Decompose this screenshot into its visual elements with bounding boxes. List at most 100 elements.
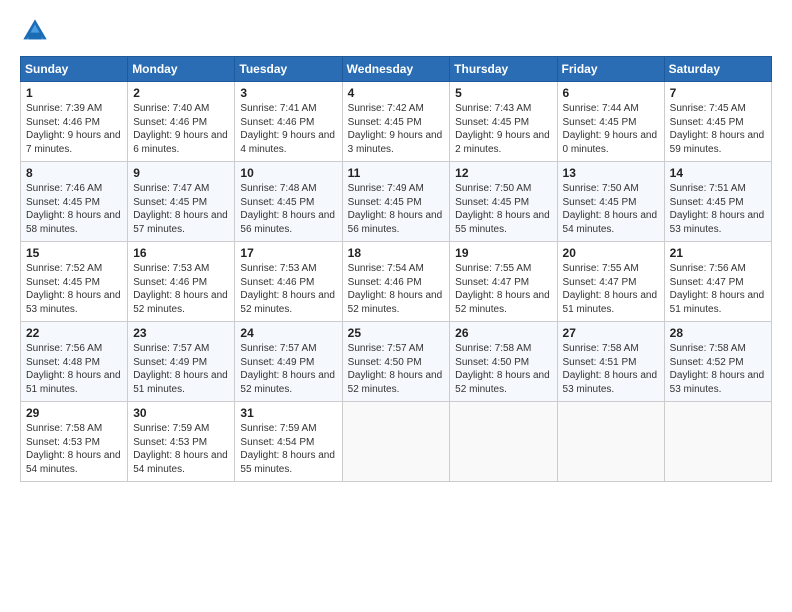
day-number: 5 bbox=[455, 86, 551, 100]
day-info: Sunrise: 7:54 AMSunset: 4:46 PMDaylight:… bbox=[348, 262, 445, 316]
calendar-cell: 21 Sunrise: 7:56 AMSunset: 4:47 PMDayligh… bbox=[664, 242, 771, 322]
day-number: 29 bbox=[26, 406, 122, 420]
day-info: Sunrise: 7:50 AMSunset: 4:45 PMDaylight:… bbox=[563, 182, 659, 236]
day-number: 20 bbox=[563, 246, 659, 260]
day-number: 9 bbox=[133, 166, 229, 180]
calendar-header-row: SundayMondayTuesdayWednesdayThursdayFrid… bbox=[21, 57, 772, 82]
day-number: 10 bbox=[240, 166, 336, 180]
column-header-thursday: Thursday bbox=[450, 57, 557, 82]
day-number: 6 bbox=[563, 86, 659, 100]
header bbox=[20, 16, 772, 46]
day-info: Sunrise: 7:55 AMSunset: 4:47 PMDaylight:… bbox=[455, 262, 551, 316]
day-number: 3 bbox=[240, 86, 336, 100]
day-number: 30 bbox=[133, 406, 229, 420]
calendar-cell: 29 Sunrise: 7:58 AMSunset: 4:53 PMDayligh… bbox=[21, 402, 128, 482]
day-info: Sunrise: 7:56 AMSunset: 4:47 PMDaylight:… bbox=[670, 262, 766, 316]
day-number: 22 bbox=[26, 326, 122, 340]
day-number: 25 bbox=[348, 326, 445, 340]
calendar-week-4: 22 Sunrise: 7:56 AMSunset: 4:48 PMDayligh… bbox=[21, 322, 772, 402]
calendar-cell: 2Sunrise: 7:40 AMSunset: 4:46 PMDaylight… bbox=[128, 82, 235, 162]
calendar-cell: 19 Sunrise: 7:55 AMSunset: 4:47 PMDayligh… bbox=[450, 242, 557, 322]
day-number: 14 bbox=[670, 166, 766, 180]
day-number: 19 bbox=[455, 246, 551, 260]
day-info: Sunrise: 7:58 AMSunset: 4:51 PMDaylight:… bbox=[563, 342, 659, 396]
day-info: Sunrise: 7:43 AMSunset: 4:45 PMDaylight:… bbox=[455, 102, 551, 156]
day-number: 1 bbox=[26, 86, 122, 100]
day-info: Sunrise: 7:57 AMSunset: 4:49 PMDaylight:… bbox=[240, 342, 336, 396]
calendar-cell: 27 Sunrise: 7:58 AMSunset: 4:51 PMDayligh… bbox=[557, 322, 664, 402]
day-info: Sunrise: 7:48 AMSunset: 4:45 PMDaylight:… bbox=[240, 182, 336, 236]
calendar-table: SundayMondayTuesdayWednesdayThursdayFrid… bbox=[20, 56, 772, 482]
column-header-sunday: Sunday bbox=[21, 57, 128, 82]
calendar-week-2: 8 Sunrise: 7:46 AMSunset: 4:45 PMDaylight… bbox=[21, 162, 772, 242]
column-header-wednesday: Wednesday bbox=[342, 57, 450, 82]
calendar-cell: 30Sunrise: 7:59 AMSunset: 4:53 PMDayligh… bbox=[128, 402, 235, 482]
calendar-cell bbox=[342, 402, 450, 482]
column-header-tuesday: Tuesday bbox=[235, 57, 342, 82]
day-info: Sunrise: 7:53 AMSunset: 4:46 PMDaylight:… bbox=[240, 262, 336, 316]
day-info: Sunrise: 7:56 AMSunset: 4:48 PMDaylight:… bbox=[26, 342, 122, 396]
calendar-cell: 23 Sunrise: 7:57 AMSunset: 4:49 PMDayligh… bbox=[128, 322, 235, 402]
calendar-cell: 31Sunrise: 7:59 AMSunset: 4:54 PMDayligh… bbox=[235, 402, 342, 482]
calendar-cell: 1Sunrise: 7:39 AMSunset: 4:46 PMDaylight… bbox=[21, 82, 128, 162]
day-number: 17 bbox=[240, 246, 336, 260]
day-number: 2 bbox=[133, 86, 229, 100]
day-number: 12 bbox=[455, 166, 551, 180]
day-info: Sunrise: 7:51 AMSunset: 4:45 PMDaylight:… bbox=[670, 182, 766, 236]
calendar-cell: 13 Sunrise: 7:50 AMSunset: 4:45 PMDayligh… bbox=[557, 162, 664, 242]
day-number: 8 bbox=[26, 166, 122, 180]
calendar-week-3: 15 Sunrise: 7:52 AMSunset: 4:45 PMDayligh… bbox=[21, 242, 772, 322]
day-info: Sunrise: 7:58 AMSunset: 4:53 PMDaylight:… bbox=[26, 422, 122, 476]
calendar-week-5: 29 Sunrise: 7:58 AMSunset: 4:53 PMDayligh… bbox=[21, 402, 772, 482]
day-number: 26 bbox=[455, 326, 551, 340]
day-info: Sunrise: 7:57 AMSunset: 4:50 PMDaylight:… bbox=[348, 342, 445, 396]
day-info: Sunrise: 7:58 AMSunset: 4:52 PMDaylight:… bbox=[670, 342, 766, 396]
calendar-cell: 24 Sunrise: 7:57 AMSunset: 4:49 PMDayligh… bbox=[235, 322, 342, 402]
calendar-cell bbox=[664, 402, 771, 482]
calendar-cell: 17 Sunrise: 7:53 AMSunset: 4:46 PMDayligh… bbox=[235, 242, 342, 322]
day-number: 21 bbox=[670, 246, 766, 260]
day-info: Sunrise: 7:57 AMSunset: 4:49 PMDaylight:… bbox=[133, 342, 229, 396]
calendar-cell: 28Sunrise: 7:58 AMSunset: 4:52 PMDayligh… bbox=[664, 322, 771, 402]
day-info: Sunrise: 7:58 AMSunset: 4:50 PMDaylight:… bbox=[455, 342, 551, 396]
calendar-cell: 5 Sunrise: 7:43 AMSunset: 4:45 PMDaylight… bbox=[450, 82, 557, 162]
calendar-cell: 4 Sunrise: 7:42 AMSunset: 4:45 PMDaylight… bbox=[342, 82, 450, 162]
calendar-cell: 12 Sunrise: 7:50 AMSunset: 4:45 PMDayligh… bbox=[450, 162, 557, 242]
calendar-cell: 26 Sunrise: 7:58 AMSunset: 4:50 PMDayligh… bbox=[450, 322, 557, 402]
calendar-cell: 20 Sunrise: 7:55 AMSunset: 4:47 PMDayligh… bbox=[557, 242, 664, 322]
day-number: 4 bbox=[348, 86, 445, 100]
calendar-cell: 14 Sunrise: 7:51 AMSunset: 4:45 PMDayligh… bbox=[664, 162, 771, 242]
page: SundayMondayTuesdayWednesdayThursdayFrid… bbox=[0, 0, 792, 612]
day-info: Sunrise: 7:55 AMSunset: 4:47 PMDaylight:… bbox=[563, 262, 659, 316]
day-info: Sunrise: 7:49 AMSunset: 4:45 PMDaylight:… bbox=[348, 182, 445, 236]
logo bbox=[20, 16, 54, 46]
day-number: 24 bbox=[240, 326, 336, 340]
day-info: Sunrise: 7:42 AMSunset: 4:45 PMDaylight:… bbox=[348, 102, 445, 156]
day-number: 27 bbox=[563, 326, 659, 340]
calendar-cell: 15 Sunrise: 7:52 AMSunset: 4:45 PMDayligh… bbox=[21, 242, 128, 322]
day-info: Sunrise: 7:47 AMSunset: 4:45 PMDaylight:… bbox=[133, 182, 229, 236]
day-number: 18 bbox=[348, 246, 445, 260]
day-info: Sunrise: 7:46 AMSunset: 4:45 PMDaylight:… bbox=[26, 182, 122, 236]
column-header-friday: Friday bbox=[557, 57, 664, 82]
calendar-cell: 3 Sunrise: 7:41 AMSunset: 4:46 PMDaylight… bbox=[235, 82, 342, 162]
column-header-saturday: Saturday bbox=[664, 57, 771, 82]
calendar-cell: 8 Sunrise: 7:46 AMSunset: 4:45 PMDaylight… bbox=[21, 162, 128, 242]
calendar-cell bbox=[557, 402, 664, 482]
day-info: Sunrise: 7:44 AMSunset: 4:45 PMDaylight:… bbox=[563, 102, 659, 156]
calendar-cell: 22 Sunrise: 7:56 AMSunset: 4:48 PMDayligh… bbox=[21, 322, 128, 402]
day-number: 15 bbox=[26, 246, 122, 260]
day-number: 7 bbox=[670, 86, 766, 100]
logo-icon bbox=[20, 16, 50, 46]
column-header-monday: Monday bbox=[128, 57, 235, 82]
calendar-cell: 6 Sunrise: 7:44 AMSunset: 4:45 PMDaylight… bbox=[557, 82, 664, 162]
day-info: Sunrise: 7:50 AMSunset: 4:45 PMDaylight:… bbox=[455, 182, 551, 236]
day-number: 13 bbox=[563, 166, 659, 180]
calendar-cell: 25 Sunrise: 7:57 AMSunset: 4:50 PMDayligh… bbox=[342, 322, 450, 402]
day-info: Sunrise: 7:41 AMSunset: 4:46 PMDaylight:… bbox=[240, 102, 336, 156]
day-number: 23 bbox=[133, 326, 229, 340]
day-number: 16 bbox=[133, 246, 229, 260]
day-info: Sunrise: 7:52 AMSunset: 4:45 PMDaylight:… bbox=[26, 262, 122, 316]
calendar-cell: 10 Sunrise: 7:48 AMSunset: 4:45 PMDayligh… bbox=[235, 162, 342, 242]
calendar-cell: 7Sunrise: 7:45 AMSunset: 4:45 PMDaylight… bbox=[664, 82, 771, 162]
